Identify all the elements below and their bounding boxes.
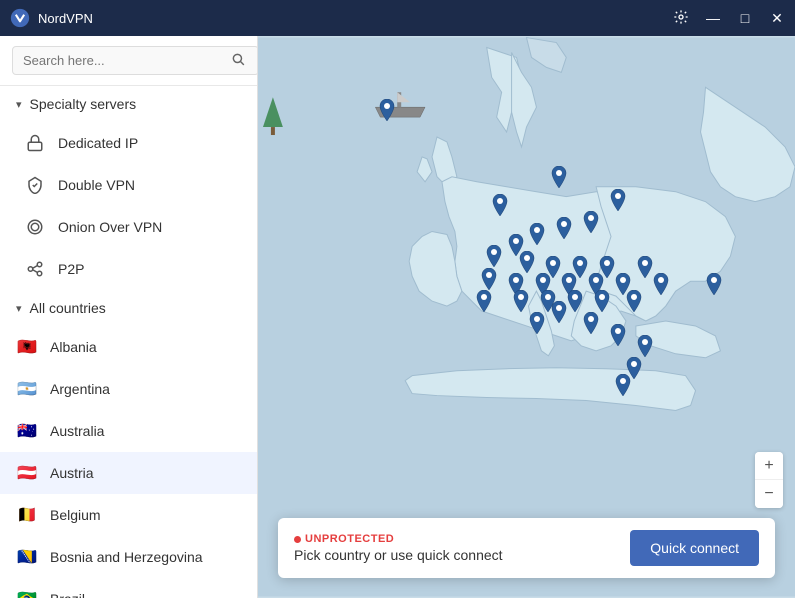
list-item-brazil[interactable]: 🇧🇷 Brazil — [0, 578, 257, 598]
country-name-austria: Austria — [50, 465, 94, 481]
flag-austria: 🇦🇹 — [16, 462, 38, 484]
list-item-bosnia[interactable]: 🇧🇦 Bosnia and Herzegovina — [0, 536, 257, 578]
onion-icon — [24, 216, 46, 238]
specialty-servers-header[interactable]: ▾ Specialty servers — [0, 86, 257, 122]
map-pin[interactable] — [475, 290, 493, 317]
title-bar: NordVPN — □ ✕ — [0, 0, 795, 36]
dedicated-ip-label: Dedicated IP — [58, 135, 138, 151]
double-vpn-label: Double VPN — [58, 177, 135, 193]
list-item-austria[interactable]: 🇦🇹 Austria — [0, 452, 257, 494]
flag-belgium: 🇧🇪 — [16, 504, 38, 526]
maximize-button[interactable]: □ — [737, 9, 753, 28]
app-body: ▾ Specialty servers Dedicated IP — [0, 36, 795, 598]
status-unprotected: UNPROTECTED — [294, 533, 614, 545]
map-pin[interactable] — [582, 312, 600, 339]
search-button[interactable] — [231, 52, 245, 69]
map-svg — [258, 36, 795, 598]
map-pin[interactable] — [652, 273, 670, 300]
flag-brazil: 🇧🇷 — [16, 588, 38, 598]
map-pin[interactable] — [555, 217, 573, 244]
map-pin[interactable] — [582, 211, 600, 238]
all-countries-label: All countries — [30, 300, 106, 316]
close-button[interactable]: ✕ — [769, 9, 785, 28]
unprotected-label: UNPROTECTED — [305, 533, 394, 545]
p2p-label: P2P — [58, 261, 84, 277]
sidebar: ▾ Specialty servers Dedicated IP — [0, 36, 258, 598]
sidebar-item-onion-vpn[interactable]: Onion Over VPN — [0, 206, 257, 248]
status-dot — [294, 536, 301, 543]
map-pin[interactable] — [550, 166, 568, 193]
country-name-belgium: Belgium — [50, 507, 101, 523]
list-item-belgium[interactable]: 🇧🇪 Belgium — [0, 494, 257, 536]
dedicated-ip-icon — [24, 132, 46, 154]
country-name-albania: Albania — [50, 339, 97, 355]
sidebar-item-double-vpn[interactable]: Double VPN — [0, 164, 257, 206]
title-bar-controls: — □ ✕ — [673, 9, 785, 28]
app-title: NordVPN — [38, 11, 93, 26]
list-item-argentina[interactable]: 🇦🇷 Argentina — [0, 368, 257, 410]
specialty-chevron-icon: ▾ — [16, 98, 22, 111]
title-bar-left: NordVPN — [10, 8, 93, 28]
sidebar-item-p2p[interactable]: P2P — [0, 248, 257, 290]
minimize-button[interactable]: — — [705, 9, 721, 28]
sidebar-item-dedicated-ip[interactable]: Dedicated IP — [0, 122, 257, 164]
search-bar — [0, 36, 257, 86]
sidebar-scroll[interactable]: ▾ Specialty servers Dedicated IP — [0, 86, 257, 598]
status-message: Pick country or use quick connect — [294, 547, 614, 563]
zoom-controls: + − — [755, 452, 783, 508]
country-name-argentina: Argentina — [50, 381, 110, 397]
flag-bosnia: 🇧🇦 — [16, 546, 38, 568]
country-name-brazil: Brazil — [50, 591, 85, 598]
zoom-in-button[interactable]: + — [755, 452, 783, 480]
settings-button[interactable] — [673, 9, 689, 28]
map-pin[interactable] — [528, 223, 546, 250]
list-item-australia[interactable]: 🇦🇺 Australia — [0, 410, 257, 452]
search-input[interactable] — [12, 46, 258, 75]
onion-over-vpn-label: Onion Over VPN — [58, 219, 162, 235]
status-bar: UNPROTECTED Pick country or use quick co… — [278, 518, 775, 578]
countries-chevron-icon: ▾ — [16, 302, 22, 315]
flag-albania: 🇦🇱 — [16, 336, 38, 358]
quick-connect-button[interactable]: Quick connect — [630, 530, 759, 566]
map-pin[interactable] — [491, 194, 509, 221]
country-name-bosnia: Bosnia and Herzegovina — [50, 549, 203, 565]
flag-argentina: 🇦🇷 — [16, 378, 38, 400]
flag-australia: 🇦🇺 — [16, 420, 38, 442]
specialty-servers-label: Specialty servers — [30, 96, 137, 112]
map-pin[interactable] — [609, 189, 627, 216]
zoom-out-button[interactable]: − — [755, 480, 783, 508]
double-vpn-icon — [24, 174, 46, 196]
country-name-australia: Australia — [50, 423, 104, 439]
map-pin[interactable] — [528, 312, 546, 339]
map-pin[interactable] — [378, 99, 396, 126]
nordvpn-logo — [10, 8, 30, 28]
map-pin[interactable] — [705, 273, 723, 300]
list-item-albania[interactable]: 🇦🇱 Albania — [0, 326, 257, 368]
map-pin[interactable] — [609, 324, 627, 351]
all-countries-header[interactable]: ▾ All countries — [0, 290, 257, 326]
map-pin[interactable] — [614, 374, 632, 401]
map-pin[interactable] — [625, 290, 643, 317]
map-pin[interactable] — [550, 301, 568, 328]
status-text-block: UNPROTECTED Pick country or use quick co… — [294, 533, 614, 563]
map-area[interactable]: UNPROTECTED Pick country or use quick co… — [258, 36, 795, 598]
p2p-icon — [24, 258, 46, 280]
